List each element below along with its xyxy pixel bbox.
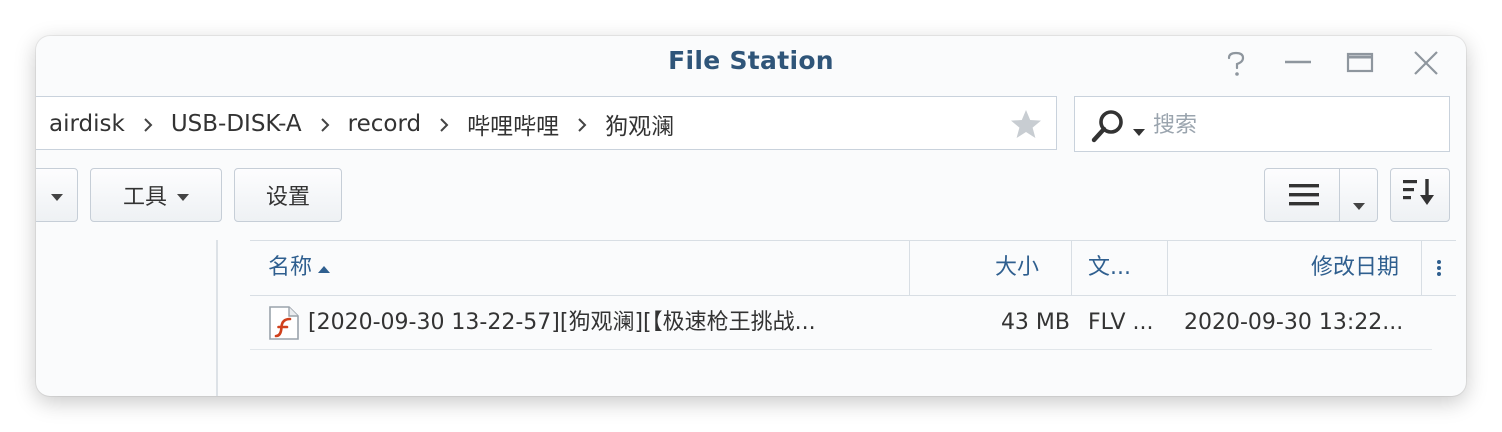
sort-button[interactable] (1390, 168, 1450, 222)
tools-button[interactable]: 工具 (90, 168, 222, 222)
view-mode-button[interactable] (1264, 168, 1378, 222)
column-header-type[interactable]: 文... (1072, 241, 1168, 295)
close-icon (1414, 51, 1438, 75)
settings-button-label: 设置 (265, 185, 310, 210)
sort-ascending-icon (318, 241, 331, 295)
column-header-name[interactable]: 名称 (250, 241, 910, 295)
maximize-button[interactable] (1344, 50, 1376, 78)
table-row[interactable]: [2020-09-30 13-22-57][狗观澜][【极速枪王挑战... 43… (250, 296, 1432, 350)
maximize-icon (1346, 52, 1374, 73)
minimize-icon (1285, 60, 1311, 64)
more-vertical-icon (1437, 260, 1441, 276)
breadcrumb-item-current[interactable]: 狗观澜 (605, 107, 674, 141)
search-options-caret-icon[interactable] (1133, 122, 1145, 141)
sort-descending-icon (1403, 178, 1437, 212)
settings-button[interactable]: 设置 (234, 168, 342, 222)
chevron-right-icon (421, 111, 467, 137)
help-button[interactable] (1220, 50, 1252, 78)
breadcrumb-item-usb-disk[interactable]: USB-DISK-A (171, 111, 302, 137)
chevron-right-icon (559, 111, 605, 137)
sidebar-divider[interactable] (216, 240, 218, 396)
breadcrumb: airdisk USB-DISK-A record 哔哩哔哩 狗观澜 (49, 107, 674, 141)
file-station-window: File Station airdisk USB-DISK-A record 哔… (36, 36, 1466, 396)
tools-button-label: 工具 (122, 185, 167, 210)
list-view-icon (1289, 184, 1319, 212)
partial-dropdown-button[interactable] (36, 168, 78, 222)
caret-down-icon (51, 183, 63, 208)
search-input[interactable] (1151, 107, 1445, 143)
column-header-size[interactable]: 大小 (910, 241, 1072, 295)
column-header-modified[interactable]: 修改日期 (1168, 241, 1422, 295)
star-icon (1011, 110, 1041, 138)
column-options-button[interactable] (1422, 241, 1456, 295)
file-modified-date: 2020-09-30 13:22... (1184, 310, 1404, 335)
chevron-right-icon (302, 111, 348, 137)
close-button[interactable] (1410, 50, 1442, 78)
path-bar: airdisk USB-DISK-A record 哔哩哔哩 狗观澜 (36, 96, 1057, 150)
title-bar: File Station (36, 36, 1466, 92)
favorite-star-button[interactable] (1010, 109, 1042, 143)
file-list-header: 名称 大小 文... 修改日期 (250, 240, 1456, 296)
search-box (1074, 96, 1450, 152)
file-type: FLV ... (1088, 310, 1154, 335)
file-list: 名称 大小 文... 修改日期 [2020-09-30 13-22-57][狗观… (250, 240, 1456, 396)
flash-video-file-icon (268, 306, 300, 344)
minimize-button[interactable] (1282, 50, 1314, 78)
view-options-caret-icon (1353, 192, 1365, 217)
file-size: 43 MB (1000, 310, 1070, 335)
breadcrumb-item-airdisk[interactable]: airdisk (49, 111, 125, 137)
search-icon[interactable] (1091, 109, 1127, 147)
breadcrumb-item-bilibili[interactable]: 哔哩哔哩 (467, 107, 559, 141)
breadcrumb-item-record[interactable]: record (348, 111, 421, 137)
file-name: [2020-09-30 13-22-57][狗观澜][【极速枪王挑战... (308, 310, 816, 335)
help-icon (1227, 51, 1245, 76)
caret-down-icon (177, 183, 189, 208)
chevron-right-icon (125, 111, 171, 137)
